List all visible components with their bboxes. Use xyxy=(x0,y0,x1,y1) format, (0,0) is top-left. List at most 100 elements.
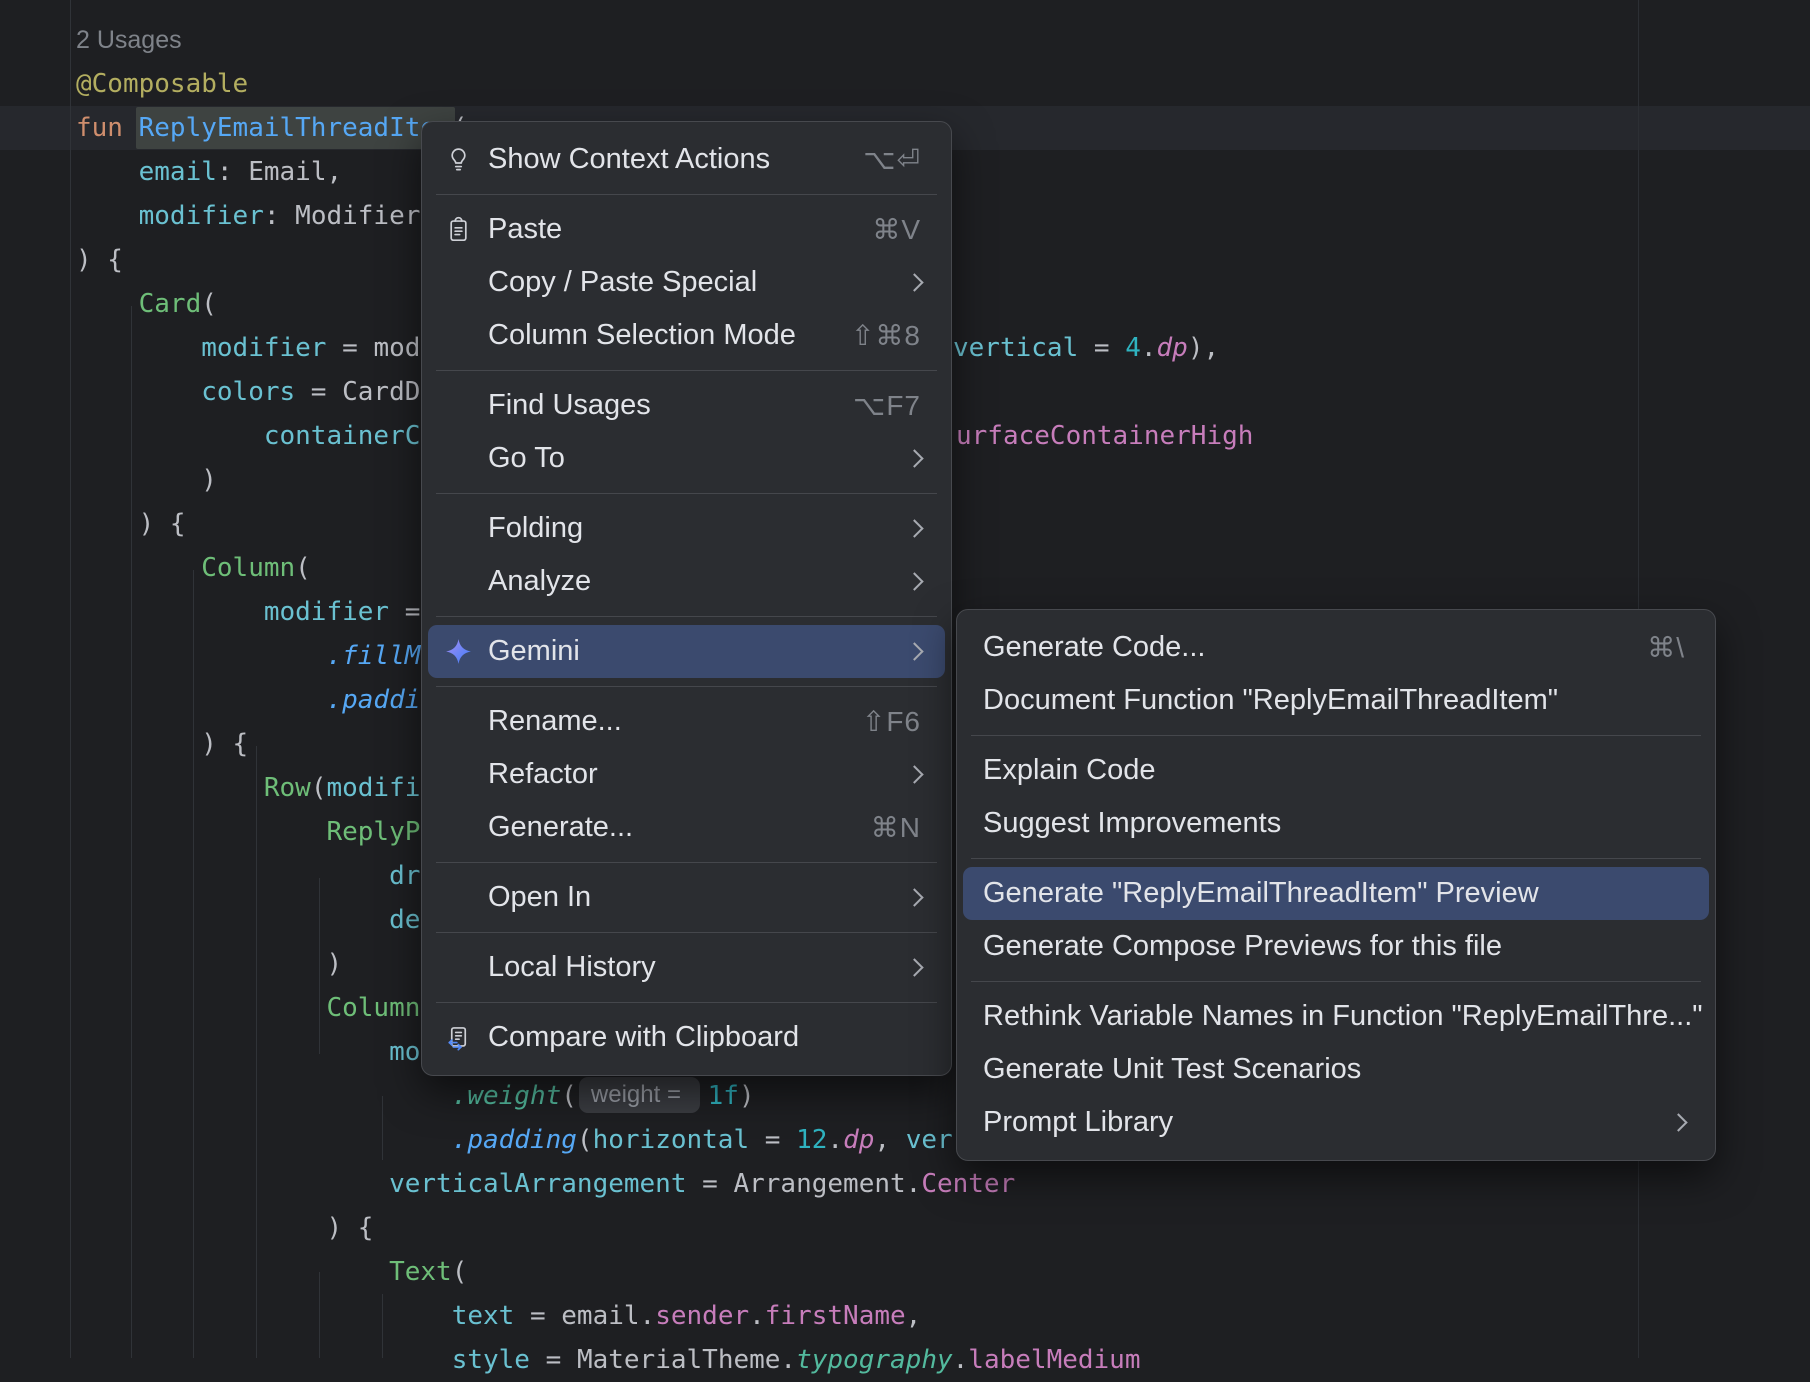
submenu-arrow-icon xyxy=(905,519,923,537)
icon-spacer xyxy=(444,568,472,596)
menu-item-local-history[interactable]: Local History xyxy=(428,941,945,994)
code-line: ) xyxy=(76,458,217,502)
code-token: ( xyxy=(295,553,311,583)
menu-item-paste[interactable]: Paste⌘V xyxy=(428,203,945,256)
icon-spacer xyxy=(444,322,472,350)
menu-item-generate-replyemailthreaditem-preview[interactable]: Generate "ReplyEmailThreadItem" Preview xyxy=(963,867,1709,920)
menu-item-label: Explain Code xyxy=(983,754,1156,787)
code-token: ) xyxy=(76,949,342,979)
menu-item-label: Analyze xyxy=(488,565,591,598)
compare-clipboard-icon xyxy=(444,1024,472,1052)
menu-item-label: Rethink Variable Names in Function "Repl… xyxy=(983,1000,1703,1033)
code-line: ) { xyxy=(76,502,186,546)
code-token xyxy=(76,1301,452,1331)
menu-item-show-context-actions[interactable]: Show Context Actions⌥⏎ xyxy=(428,133,945,186)
icon-spacer xyxy=(444,761,472,789)
code-token xyxy=(76,1257,389,1287)
code-token: ), xyxy=(1188,333,1219,363)
code-token: . xyxy=(827,1125,843,1155)
menu-separator xyxy=(436,370,937,371)
code-token: ( xyxy=(201,289,217,319)
code-token xyxy=(76,553,201,583)
menu-item-gemini[interactable]: Gemini xyxy=(428,625,945,678)
code-token: email xyxy=(139,157,217,187)
code-line: text = email.sender.firstName, xyxy=(76,1294,921,1338)
code-token xyxy=(76,641,326,671)
code-token: ) { xyxy=(76,245,123,275)
icon-spacer xyxy=(444,954,472,982)
code-token: dp xyxy=(1157,333,1188,363)
code-line: fun ReplyEmailThreadItem( xyxy=(76,106,467,150)
menu-item-label: Paste xyxy=(488,213,562,246)
menu-item-shortcut: ⌘\ xyxy=(1647,631,1685,664)
menu-item-rename[interactable]: Rename...⇧F6 xyxy=(428,695,945,748)
code-token: dp xyxy=(843,1125,874,1155)
code-token: 2 Usages xyxy=(76,26,182,54)
code-line: @Composable xyxy=(76,62,248,106)
menu-item-go-to[interactable]: Go To xyxy=(428,432,945,485)
menu-item-label: Prompt Library xyxy=(983,1106,1173,1139)
menu-item-generate-code[interactable]: Generate Code...⌘\ xyxy=(963,621,1709,674)
code-token: modifier xyxy=(264,597,389,627)
code-token: , xyxy=(906,1301,922,1331)
menu-item-open-in[interactable]: Open In xyxy=(428,871,945,924)
menu-item-generate[interactable]: Generate...⌘N xyxy=(428,801,945,854)
icon-spacer xyxy=(444,515,472,543)
menu-item-find-usages[interactable]: Find Usages⌥F7 xyxy=(428,379,945,432)
menu-item-shortcut: ⌥F7 xyxy=(853,389,921,422)
menu-item-compare-with-clipboard[interactable]: Compare with Clipboard xyxy=(428,1011,945,1064)
code-token: .weight xyxy=(452,1081,562,1111)
menu-item-folding[interactable]: Folding xyxy=(428,502,945,555)
code-token: Center xyxy=(921,1169,1015,1199)
code-token: : Email, xyxy=(217,157,342,187)
menu-item-analyze[interactable]: Analyze xyxy=(428,555,945,608)
clipboard-icon xyxy=(444,216,472,244)
menu-item-generate-compose-previews-for-this-file[interactable]: Generate Compose Previews for this file xyxy=(963,920,1709,973)
code-line: .padding( xyxy=(76,678,467,722)
code-token: ver xyxy=(906,1125,953,1155)
menu-item-label: Show Context Actions xyxy=(488,143,770,176)
menu-item-column-selection-mode[interactable]: Column Selection Mode⇧⌘8 xyxy=(428,309,945,362)
code-line: 2 Usages xyxy=(76,18,182,62)
menu-item-shortcut: ⇧⌘8 xyxy=(851,319,921,352)
gemini-submenu: Generate Code...⌘\Document Function "Rep… xyxy=(956,609,1716,1161)
menu-separator xyxy=(971,735,1701,736)
code-token: typography xyxy=(796,1345,953,1375)
code-token: email. xyxy=(561,1301,655,1331)
code-line: Column( xyxy=(76,546,311,590)
code-token: labelMedium xyxy=(968,1345,1140,1375)
menu-item-rethink-variable-names-in-function-reply[interactable]: Rethink Variable Names in Function "Repl… xyxy=(963,990,1709,1043)
code-token xyxy=(76,817,326,847)
code-token: . xyxy=(1141,333,1157,363)
menu-item-suggest-improvements[interactable]: Suggest Improvements xyxy=(963,797,1709,850)
icon-spacer xyxy=(444,814,472,842)
code-token: firstName xyxy=(765,1301,906,1331)
menu-item-prompt-library[interactable]: Prompt Library xyxy=(963,1096,1709,1149)
code-token: style xyxy=(452,1345,530,1375)
menu-separator xyxy=(436,1002,937,1003)
gemini-icon xyxy=(444,638,472,666)
menu-item-refactor[interactable]: Refactor xyxy=(428,748,945,801)
code-line: ) { xyxy=(76,1206,373,1250)
code-line: Text( xyxy=(76,1250,467,1294)
submenu-arrow-icon xyxy=(905,888,923,906)
menu-item-document-function-replyemailthreaditem[interactable]: Document Function "ReplyEmailThreadItem" xyxy=(963,674,1709,727)
code-token: Column xyxy=(201,553,295,583)
menu-item-label: Folding xyxy=(488,512,583,545)
menu-separator xyxy=(436,686,937,687)
code-token: @Composable xyxy=(76,69,248,99)
code-token: ( xyxy=(561,1081,577,1111)
code-token: ) xyxy=(76,465,217,495)
code-token: Column xyxy=(326,993,420,1023)
code-token xyxy=(76,421,264,451)
menu-item-label: Refactor xyxy=(488,758,598,791)
code-token: colors xyxy=(201,377,295,407)
code-line: Card( xyxy=(76,282,217,326)
menu-item-explain-code[interactable]: Explain Code xyxy=(963,744,1709,797)
code-token: = xyxy=(1078,333,1125,363)
menu-item-copy-paste-special[interactable]: Copy / Paste Special xyxy=(428,256,945,309)
menu-item-label: Generate... xyxy=(488,811,633,844)
menu-item-generate-unit-test-scenarios[interactable]: Generate Unit Test Scenarios xyxy=(963,1043,1709,1096)
code-token: Arrangement. xyxy=(733,1169,921,1199)
menu-item-label: Open In xyxy=(488,881,591,914)
